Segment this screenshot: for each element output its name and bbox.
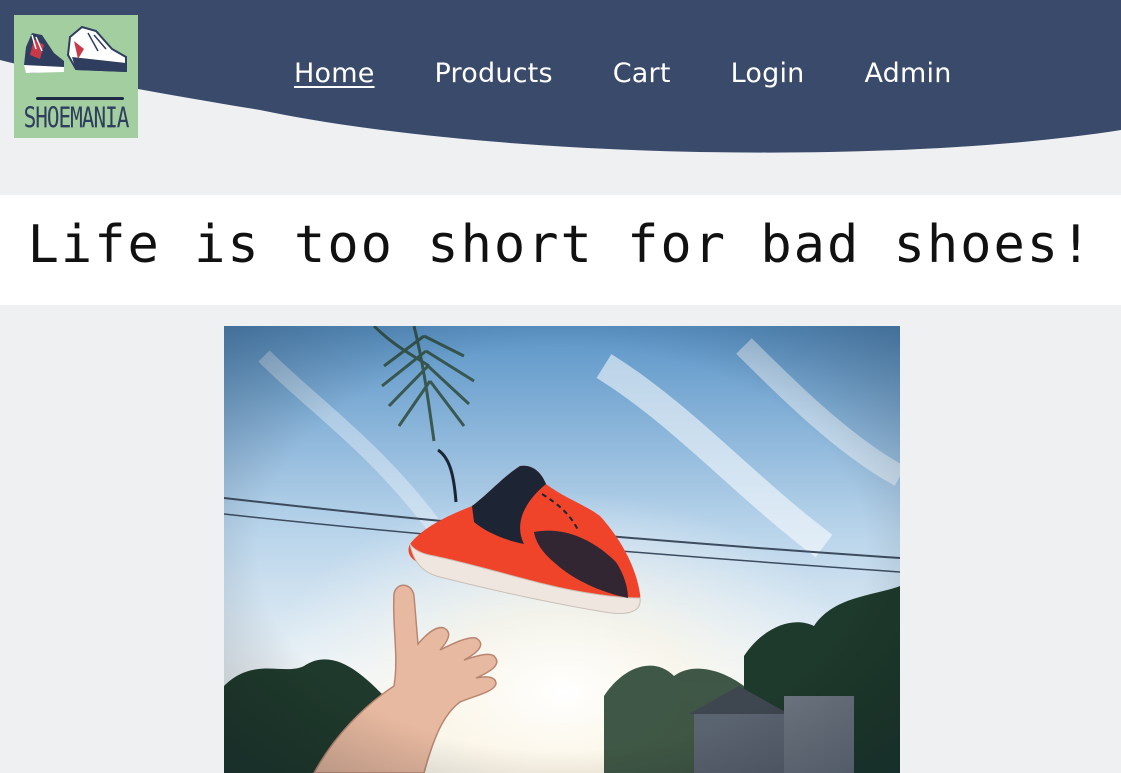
main-nav: Home Products Cart Login Admin: [294, 58, 1012, 89]
site-logo[interactable]: SHOEMANIA: [14, 15, 138, 138]
logo-text: SHOEMANIA: [23, 101, 130, 135]
nav-products[interactable]: Products: [435, 58, 553, 89]
nav-admin[interactable]: Admin: [864, 58, 951, 89]
hero-image: [224, 326, 900, 773]
tagline-banner: Life is too short for bad shoes!: [0, 195, 1121, 305]
nav-home[interactable]: Home: [294, 58, 375, 89]
logo-divider: [36, 97, 124, 100]
hero-photo: [224, 326, 900, 773]
sneakers-icon: [24, 25, 127, 73]
tagline-text: Life is too short for bad shoes!: [27, 215, 1094, 275]
site-header: SHOEMANIA Home Products Cart Login Admin: [0, 0, 1121, 165]
nav-login[interactable]: Login: [731, 58, 805, 89]
nav-cart[interactable]: Cart: [613, 58, 671, 89]
